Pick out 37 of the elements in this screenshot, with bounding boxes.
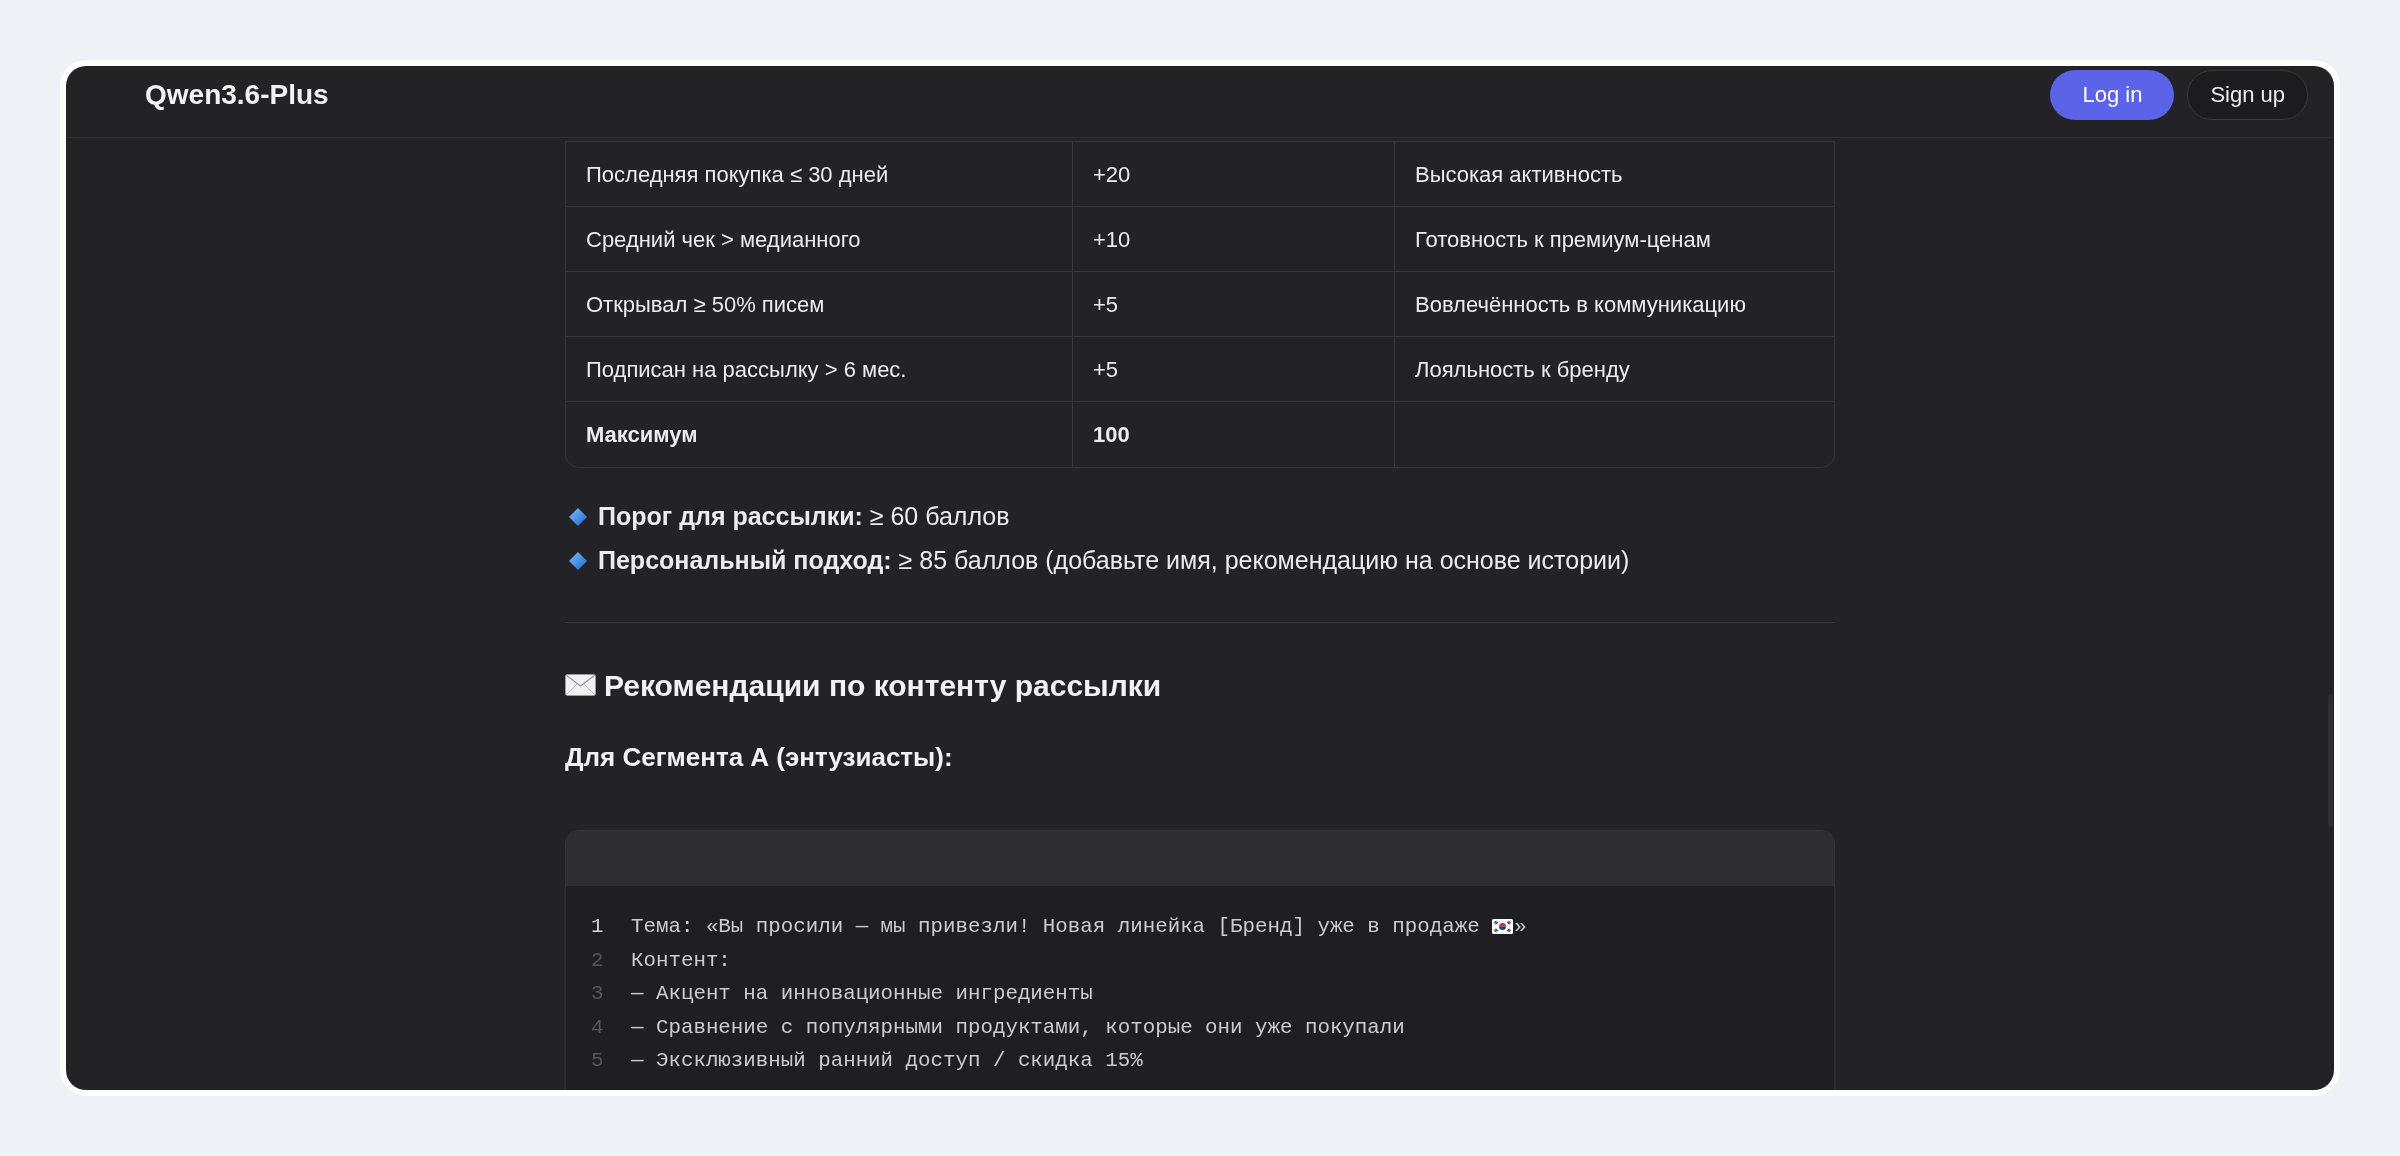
line-number: 1: [591, 914, 605, 941]
table-cell: Подписан на рассылку > 6 мес.: [566, 337, 1073, 402]
table-cell: Вовлечённость в коммуникацию: [1395, 272, 1834, 337]
line-number: 5: [591, 1048, 605, 1075]
code-text: »: [1514, 914, 1527, 941]
table-cell: Высокая активность: [1395, 142, 1834, 207]
table-cell: 100: [1073, 402, 1395, 467]
code-text: Тема: «Вы просили — мы привезли! Новая линейка [Бренд] уже в продаже: [631, 914, 1480, 941]
flag-icon: [1492, 919, 1514, 935]
bullet-text: Порог для рассылки: ≥ 60 баллов: [598, 501, 1010, 533]
table-cell: Средний чек > медианного: [566, 207, 1073, 272]
diamond-icon: [568, 551, 588, 571]
table-cell: Открывал ≥ 50% писем: [566, 272, 1073, 337]
sign-up-button[interactable]: Sign up: [2187, 70, 2308, 120]
table-cell: Последняя покупка ≤ 30 дней: [566, 142, 1073, 207]
table-cell: Лояльность к бренду: [1395, 337, 1834, 402]
log-in-button[interactable]: Log in: [2050, 70, 2175, 120]
code-text: — Эксклюзивный ранний доступ / скидка 15%: [631, 1048, 1143, 1075]
line-number: 3: [591, 981, 605, 1008]
bullet-text: Персональный подход: ≥ 85 баллов (добавьте имя, рекомендацию на основе истории): [598, 545, 1630, 577]
code-text: Контент:: [631, 947, 731, 974]
app-title: Qwen3.6-Plus: [145, 81, 329, 109]
code-text: — Сравнение с популярными продуктами, которые они уже покупали: [631, 1014, 1405, 1041]
envelope-icon: [565, 674, 596, 696]
scrollbar-thumb[interactable]: [2328, 694, 2333, 827]
table-cell: Максимум: [566, 402, 1073, 467]
diamond-icon: [568, 507, 588, 527]
table-cell: +5: [1073, 337, 1395, 402]
line-number: 4: [591, 1014, 605, 1041]
line-number: 2: [591, 947, 605, 974]
table-cell: Готовность к премиум-ценам: [1395, 207, 1834, 272]
table-cell: +20: [1073, 142, 1395, 207]
code-text: — Акцент на инновационные ингредиенты: [631, 981, 1093, 1008]
table-cell: +10: [1073, 207, 1395, 272]
table-cell: +5: [1073, 272, 1395, 337]
subsection-heading: Для Сегмента А (энтузиасты):: [565, 740, 953, 774]
section-heading: Рекомендации по контенту рассылки: [604, 667, 1162, 704]
